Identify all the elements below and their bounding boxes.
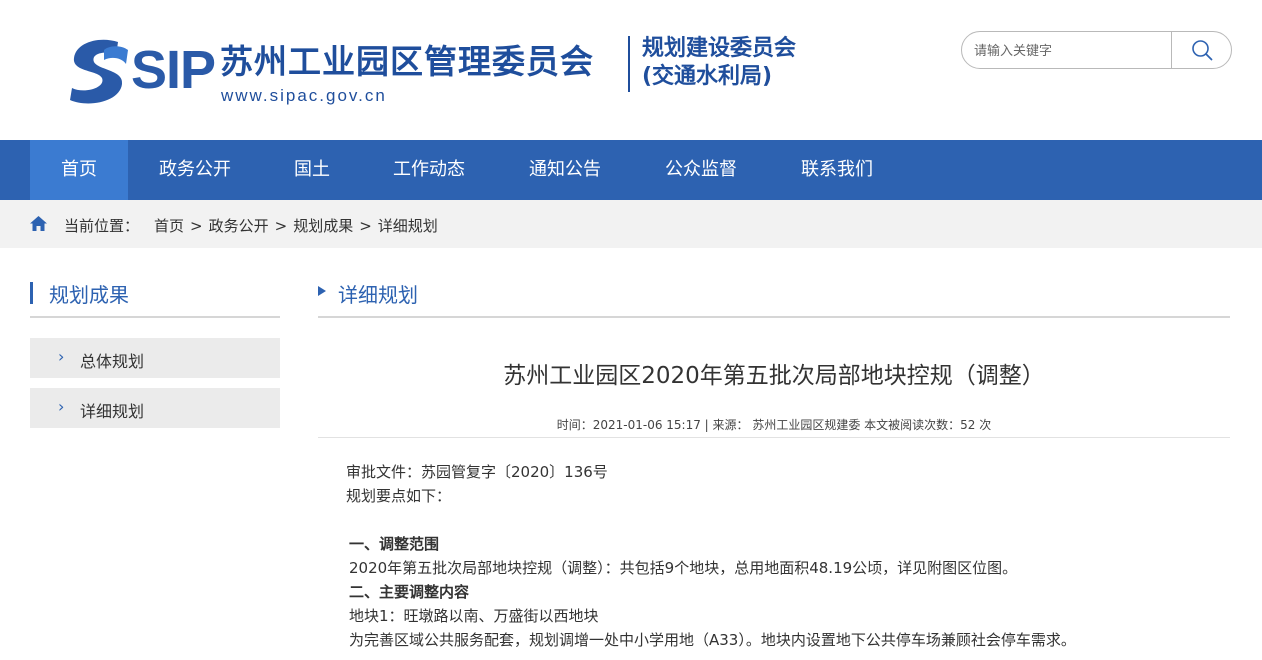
logo-text[interactable]: SIP <box>131 38 216 102</box>
org-name: 苏州工业园区管理委员会 <box>220 42 594 81</box>
article-heading: 一、调整范围 <box>349 535 440 553</box>
article-line: 规划要点如下： <box>346 487 452 505</box>
article-meta: 时间：2021-01-06 15:17 | 来源： 苏州工业园区规建委 本文被阅… <box>556 418 992 432</box>
breadcrumb-separator: > <box>359 217 372 235</box>
search-button[interactable] <box>1172 32 1231 68</box>
breadcrumb-separator: > <box>190 217 203 235</box>
article-line: 为完善区域公共服务配套，规划调增一处中小学用地（A33）。地块内设置地下公共停车… <box>349 631 1076 649</box>
dept-name-line2: (交通水利局) <box>642 64 773 89</box>
article-line: 地块1：旺墩路以南、万盛街以西地块 <box>349 607 599 625</box>
breadcrumb-item-home[interactable]: 首页 <box>154 217 184 235</box>
nav-item-public-supervision[interactable]: 公众监督 <box>652 140 750 200</box>
dept-name-line1: 规划建设委员会 <box>642 36 797 61</box>
breadcrumb-item-planning-results[interactable]: 规划成果 <box>293 217 353 235</box>
breadcrumb-item-detailed-planning[interactable]: 详细规划 <box>378 217 438 235</box>
article-line: 二、主要调整内容 <box>349 580 1216 604</box>
breadcrumb-trail: 首页 > 政务公开 > 规划成果 > 详细规划 <box>154 215 438 236</box>
chevron-right-icon: › <box>58 347 65 366</box>
article-line: 2020年第五批次局部地块控规（调整）：共包括9个地块，总用地面积48.19公顷… <box>349 559 1018 577</box>
chevron-right-icon: › <box>58 397 65 416</box>
sidebar-title-bar <box>30 282 33 304</box>
nav-item-home[interactable]: 首页 <box>30 140 128 200</box>
nav-item-gov-affairs[interactable]: 政务公开 <box>146 140 244 200</box>
nav-item-work-news[interactable]: 工作动态 <box>380 140 478 200</box>
breadcrumb-label: 当前位置： <box>64 217 140 235</box>
home-icon[interactable] <box>30 216 47 231</box>
article-heading: 二、主要调整内容 <box>349 583 470 601</box>
dept-name: 规划建设委员会 (交通水利局) <box>642 35 796 91</box>
nav-item-notices[interactable]: 通知公告 <box>516 140 614 200</box>
article-line: 审批文件：苏园管复字〔2020〕136号 <box>346 463 608 481</box>
search-input[interactable] <box>972 40 1171 62</box>
breadcrumb-separator: > <box>274 217 288 235</box>
search-icon <box>1192 40 1213 61</box>
breadcrumb-item-gov-affairs[interactable]: 政务公开 <box>209 217 269 235</box>
header-divider <box>628 36 630 92</box>
triangle-right-icon <box>318 286 326 296</box>
meta-divider <box>318 437 1230 438</box>
nav-item-contact[interactable]: 联系我们 <box>788 140 886 200</box>
article-line: 一、调整范围 <box>349 532 1216 556</box>
breadcrumb: 当前位置： 首页 > 政务公开 > 规划成果 > 详细规划 <box>0 200 1262 248</box>
search-box <box>961 31 1232 69</box>
site-header: SIP 苏州工业园区管理委员会 www.sipac.gov.cn 规划建设委员会… <box>0 0 1262 140</box>
article-body: 审批文件：苏园管复字〔2020〕136号 规划要点如下： 一、调整范围 2020… <box>346 460 1216 652</box>
sidebar: 规划成果 › 总体规划 › 详细规划 <box>30 270 280 428</box>
org-url: www.sipac.gov.cn <box>221 86 387 105</box>
sidebar-title-text: 规划成果 <box>49 283 129 307</box>
sidebar-item-master-plan[interactable]: › 总体规划 <box>30 338 280 378</box>
section-header: 详细规划 <box>318 270 1230 318</box>
main-nav: 首页 政务公开 国土 工作动态 通知公告 公众监督 联系我们 <box>0 140 1262 200</box>
nav-item-land[interactable]: 国土 <box>273 140 351 200</box>
main-content: 详细规划 苏州工业园区2020年第五批次局部地块控规（调整） 时间：2021-0… <box>318 270 1230 649</box>
article-title: 苏州工业园区2020年第五批次局部地块控规（调整） <box>503 363 1045 389</box>
sidebar-item-label: 详细规划 <box>80 402 145 421</box>
sidebar-title: 规划成果 <box>30 270 280 318</box>
article-blank-line <box>346 508 1216 532</box>
sidebar-item-detailed-plan[interactable]: › 详细规划 <box>30 388 280 428</box>
sip-logo-icon[interactable] <box>68 36 130 108</box>
sidebar-item-label: 总体规划 <box>80 352 145 371</box>
section-title: 详细规划 <box>338 283 418 307</box>
